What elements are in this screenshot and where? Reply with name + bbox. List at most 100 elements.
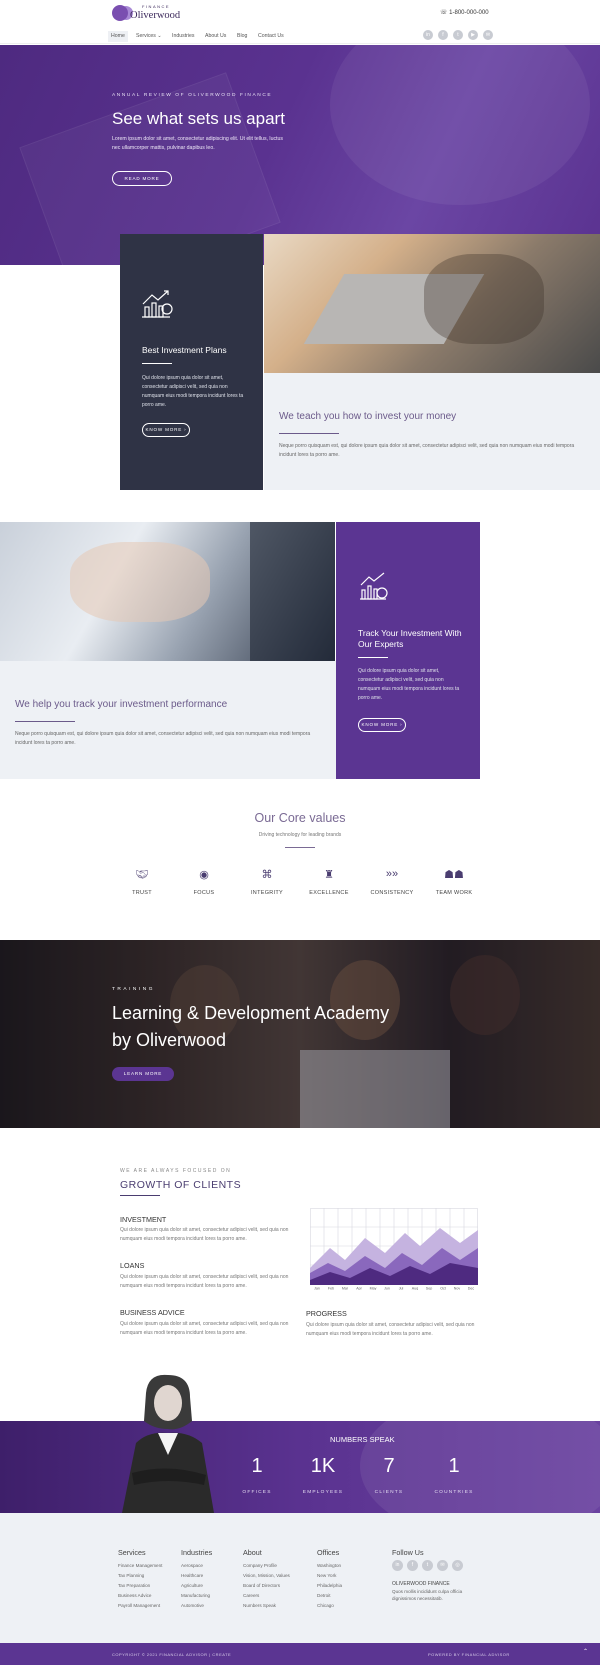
stat-offices-label: OFFICES (242, 1490, 272, 1495)
numbers-section: NUMBERS SPEAK 1 OFFICES 1K EMPLOYEES 7 C… (0, 1421, 600, 1513)
phone-number[interactable]: ☏ 1-800-000-000 (440, 9, 489, 16)
nav-about-us[interactable]: About Us (202, 31, 229, 42)
card-title: Track Your Investment With Our Experts (358, 628, 462, 649)
footer-link[interactable]: Automotive (181, 1601, 212, 1611)
divider (142, 363, 172, 364)
growth-chart-icon (360, 572, 388, 600)
instagram-icon[interactable]: ◎ (452, 1560, 463, 1571)
loans-text: Qui dolore ipsum quia dolor sit amet, co… (120, 1274, 289, 1289)
footer-column-offices: Offices Washington New York Philadelphia… (317, 1548, 342, 1611)
footer: Services Finance Management Tax Planning… (0, 1513, 600, 1643)
nav-services[interactable]: Services ⌄ (133, 31, 165, 42)
read-more-button[interactable]: READ MORE (112, 171, 172, 186)
core-value-label: FOCUS (193, 890, 215, 896)
core-value-consistency: »» CONSISTENCY (362, 868, 422, 896)
footer-link[interactable]: Philadelphia (317, 1581, 342, 1591)
progress-text: Qui dolore ipsum quia dolor sit amet, co… (306, 1322, 475, 1337)
footer-link[interactable]: Manufacturing (181, 1591, 212, 1601)
chevron-down-icon: ⌄ (155, 33, 162, 39)
phone-icon: ☏ (440, 10, 450, 16)
academy-title: Learning & Development Academy by Oliver… (112, 1003, 390, 1050)
know-more-button[interactable]: KNOW MORE › (142, 423, 190, 437)
nav-home[interactable]: Home (108, 31, 128, 42)
chart-month-label: Sep (426, 1287, 432, 1291)
nav-blog[interactable]: Blog (234, 31, 250, 42)
logo[interactable]: FINANCE Oliverwood (112, 4, 184, 22)
footer-link[interactable]: Careers (243, 1591, 290, 1601)
hero-text: Lorem ipsum dolor sit amet, consectetur … (112, 136, 283, 151)
chevrons-icon: »» (385, 868, 399, 880)
email-icon[interactable]: ✉ (483, 30, 493, 40)
chart-month-label: Oct (440, 1287, 446, 1291)
investment-plans-card: Best Investment Plans Qui dolore ipsum q… (120, 234, 263, 490)
divider (285, 847, 315, 848)
linkedin-icon[interactable]: in (392, 1560, 403, 1571)
footer-column-services: Services Finance Management Tax Planning… (118, 1548, 162, 1611)
footer-heading: Services (118, 1548, 146, 1557)
progress-chart: Jan Feb Mar Apr May Jun Jul Aug Sep Oct Nov Dec (310, 1208, 478, 1290)
core-value-label: EXCELLENCE (309, 890, 349, 896)
footer-heading: Offices (317, 1548, 340, 1557)
card-text: Qui dolore ipsum quia dolor sit amet, co… (358, 668, 460, 701)
linkedin-icon[interactable]: in (423, 30, 433, 40)
copyright: COPYRIGHT © 2021 FINANCIAL ADVISOR | CRE… (112, 1652, 232, 1657)
footer-link[interactable]: Payroll Management (118, 1601, 162, 1611)
back-to-top-icon[interactable]: ⌃ (583, 1648, 588, 1655)
panel-title: We teach you how to invest your money (279, 411, 457, 422)
facebook-icon[interactable]: f (438, 30, 448, 40)
divider (120, 1195, 160, 1196)
logo-tagline: FINANCE (142, 4, 171, 9)
learn-more-button[interactable]: LEARN MORE (112, 1067, 174, 1081)
nav-industries[interactable]: Industries (169, 31, 198, 42)
core-value-label: TRUST (132, 890, 152, 896)
footer-column-about: About Company Profile Vision, Mission, V… (243, 1548, 290, 1611)
core-value-label: INTEGRITY (250, 890, 284, 896)
footer-link[interactable]: Chicago (317, 1601, 342, 1611)
footer-links: Aerospace Healthcare Agriculture Manufac… (181, 1561, 212, 1611)
footer-link[interactable]: Washington (317, 1561, 342, 1571)
team-icon: ☗☗ (444, 869, 464, 881)
footer-link[interactable]: Board of Directors (243, 1581, 290, 1591)
chart-month-label: Dec (468, 1287, 475, 1291)
core-value-integrity: ⌘ INTEGRITY (237, 868, 297, 896)
handshake-icon: 🤝︎ (135, 869, 149, 881)
nav-contact-us[interactable]: Contact Us (255, 31, 287, 42)
footer-link[interactable]: Vision, Mission, Values (243, 1571, 290, 1581)
footer-link[interactable]: Tax Preparation (118, 1581, 162, 1591)
facebook-icon[interactable]: f (407, 1560, 418, 1571)
twitter-icon[interactable]: t (453, 30, 463, 40)
business-advice-text: Qui dolore ipsum quia dolor sit amet, co… (120, 1321, 289, 1336)
stat-countries-value: 1 (448, 1455, 460, 1477)
footer-link[interactable]: Detroit (317, 1591, 342, 1601)
twitter-icon[interactable]: t (422, 1560, 433, 1571)
footer-link[interactable]: Company Profile (243, 1561, 290, 1571)
youtube-icon[interactable]: ▶ (468, 30, 478, 40)
email-icon[interactable]: ✉ (437, 1560, 448, 1571)
handshake-photo (0, 522, 335, 661)
footer-heading: Follow Us (392, 1548, 424, 1557)
footer-column-industries: Industries Aerospace Healthcare Agricult… (181, 1548, 212, 1611)
track-performance-panel: We help you track your investment perfor… (0, 661, 336, 779)
footer-link[interactable]: New York (317, 1571, 342, 1581)
footer-link[interactable]: Finance Management (118, 1561, 162, 1571)
growth-chart-icon (142, 290, 173, 318)
stat-employees-label: EMPLOYEES (302, 1490, 344, 1495)
chart-month-label: Mar (342, 1287, 349, 1291)
footer-follow: Follow Us in f t ✉ ◎ OLIVERWOOD FINANCE … (392, 1548, 492, 1601)
footer-link[interactable]: Aerospace (181, 1561, 212, 1571)
chevron-right-icon: › (398, 722, 403, 727)
footer-link[interactable]: Numbers Speak (243, 1601, 290, 1611)
divider (15, 721, 75, 722)
stat-employees-value: 1K (310, 1455, 336, 1477)
know-more-button[interactable]: KNOW MORE › (358, 718, 406, 732)
footer-link[interactable]: Healthcare (181, 1571, 212, 1581)
top-bar: FINANCE Oliverwood ☏ 1-800-000-000 (0, 0, 600, 27)
stat-clients-label: CLIENTS (374, 1490, 404, 1495)
footer-link[interactable]: Business Advice (118, 1591, 162, 1601)
progress-title: PROGRESS (306, 1309, 347, 1318)
footer-link[interactable]: Agriculture (181, 1581, 212, 1591)
footer-link[interactable]: Tax Planning (118, 1571, 162, 1581)
core-value-trust: 🤝︎ TRUST (112, 868, 172, 896)
core-value-focus: ◉ FOCUS (174, 868, 234, 896)
divider (279, 433, 339, 434)
